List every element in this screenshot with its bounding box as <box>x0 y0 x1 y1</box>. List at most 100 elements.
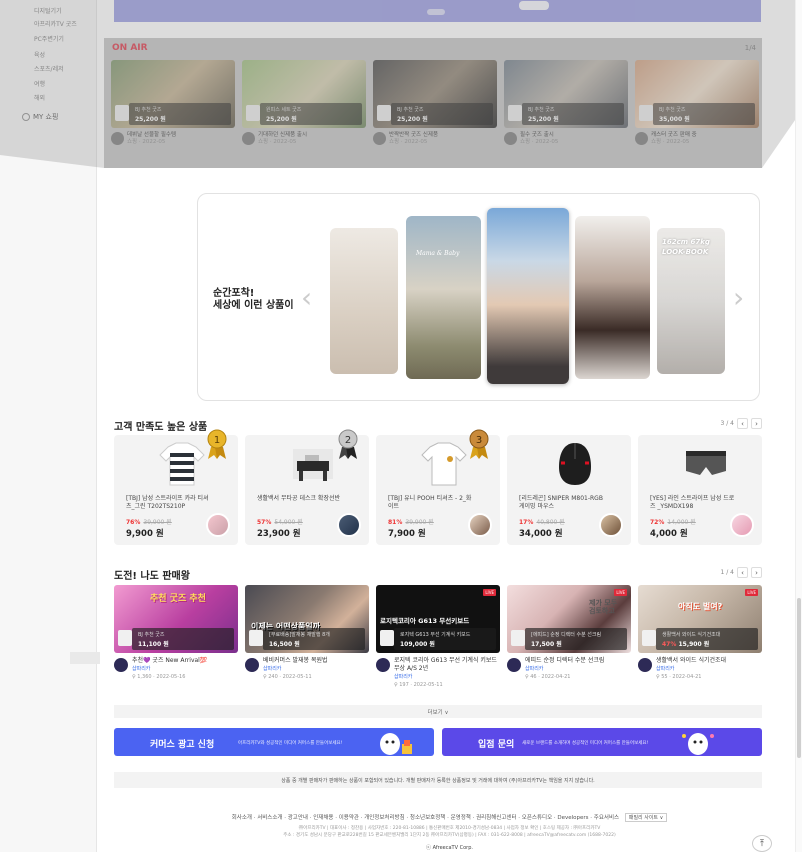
sidebar-my-shop[interactable]: MY 쇼핑 <box>22 112 58 122</box>
sidebar-item[interactable]: 스포츠/레저 <box>34 64 64 73</box>
product-image <box>118 630 132 646</box>
underwear-image <box>682 441 730 487</box>
footer-link-list[interactable]: 회사소개 · 서비스소개 · 광고안내 · 인재채용 · 이용약관 · 개인정보… <box>232 815 619 821</box>
live-card[interactable]: LIVE 아직도 벌여? 생활백서 와이드 식기건조대 47% 15,900 원 … <box>638 585 762 681</box>
live-title[interactable]: 생활백서 와이드 식기건조대 <box>656 657 762 665</box>
chevron-right-icon[interactable]: › <box>733 284 744 312</box>
product-card[interactable]: 1 [TBJ] 남성 스트라이프 카라 티셔츠_그린 T202TS210P 76… <box>114 429 238 545</box>
live-thumbnail[interactable]: LIVE 로지텍코리아 G613 무선키보드 로지텍 G613 무선 기계식 키… <box>376 585 500 653</box>
avatar[interactable] <box>376 658 390 672</box>
video-thumbnail[interactable]: Mama & Baby <box>406 216 481 379</box>
product-name[interactable]: [YES] 라인 스트라이프 남성 드로즈 _YSMDX198 <box>650 495 736 511</box>
host-name[interactable]: 샵파리카 <box>263 665 369 673</box>
product-image <box>380 630 394 646</box>
product-price: 9,900 원 <box>126 529 164 539</box>
ad-apply-banner[interactable]: 커머스 광고 신청 아프리카TV와 성공적인 미디어 커머스를 만들어보세요! <box>114 728 434 756</box>
live-title[interactable]: 로지텍 코리아 G613 무선 기계식 키보드 무상 A/S 2년 <box>394 657 500 673</box>
sidebar-item[interactable]: 육성 <box>34 50 45 59</box>
product-name[interactable]: [리드레곤] SNIPER M801-RGB 게이밍 마우스 <box>519 495 605 511</box>
seller-avatar[interactable] <box>337 513 361 537</box>
live-title[interactable]: 추천💜 굿즈 New Arrival💯 <box>132 657 238 665</box>
sidebar-item[interactable]: 해외 <box>34 93 45 102</box>
video-thumbnail[interactable] <box>330 228 398 374</box>
scrollbar[interactable] <box>795 0 802 852</box>
product-card[interactable]: 2 생활백서 무타공 데스크 확장선반 57% 54,900 원 23,900 원 <box>245 429 369 545</box>
live-thumbnail[interactable]: 이제는 어떤상품일까 [무료배송]발재봉 재발행 8개 16,500 원 <box>245 585 369 653</box>
host-name[interactable]: 샵파리카 <box>525 665 631 673</box>
product-overlay[interactable]: [무료배송]발재봉 재발행 8개 16,500 원 <box>249 628 365 650</box>
sidebar-item[interactable]: 디지털기기 <box>34 6 62 15</box>
product-overlay[interactable]: BJ 추천 굿즈 11,100 원 <box>118 628 234 650</box>
video-thumbnail[interactable]: 162cm 67kg LOOK-BOOK <box>657 228 725 374</box>
chevron-left-icon[interactable]: ‹ <box>737 418 748 429</box>
product-overlay[interactable]: [에띠드] 순정 디렉터 수분 선크림 17,500 원 <box>511 628 627 650</box>
live-card[interactable]: 추천 굿즈 추천 BJ 추천 굿즈 11,100 원 추천💜 굿즈 New Arr… <box>114 585 238 681</box>
chevron-right-icon[interactable]: › <box>751 567 762 578</box>
product-overlay[interactable]: 생활백서 와이드 식기건조대 47% 15,900 원 <box>642 628 758 650</box>
product-price: 109,000 원 <box>400 641 435 648</box>
video-thumbnail-active[interactable] <box>487 208 569 384</box>
discount-rate: 17% <box>519 519 534 526</box>
live-card[interactable]: LIVE 로지텍코리아 G613 무선키보드 로지텍 G613 무선 기계식 키… <box>376 585 500 689</box>
chevron-left-icon[interactable]: ‹ <box>737 567 748 578</box>
product-card[interactable]: [리드레곤] SNIPER M801-RGB 게이밍 마우스 17% 40,800… <box>507 435 631 545</box>
product-overlay[interactable]: 로지텍 G613 무선 기계식 키보드 109,000 원 <box>380 628 496 650</box>
live-meta: ♀ 197 · 2022-05-11 <box>394 682 443 688</box>
ad-apply-subtitle: 아프리카TV와 성공적인 미디어 커머스를 만들어보세요! <box>238 741 343 746</box>
seller-avatar[interactable] <box>206 513 230 537</box>
product-name: 로지텍 G613 무선 기계식 키보드 <box>400 632 471 638</box>
live-meta: ♀ 1,360 · 2022-05-16 <box>132 674 186 680</box>
video-thumbnail[interactable] <box>575 216 650 379</box>
product-price: 16,500 원 <box>269 641 300 648</box>
original-price: 39,900 원 <box>405 519 434 526</box>
product-name[interactable]: 생활백서 무타공 데스크 확장선반 <box>257 495 343 503</box>
live-thumbnail[interactable]: LIVE 아직도 벌여? 생활백서 와이드 식기건조대 47% 15,900 원 <box>638 585 762 653</box>
family-site-select[interactable]: 패밀리 사이트 ∨ <box>624 813 668 822</box>
ad-apply-title: 커머스 광고 신청 <box>150 740 215 750</box>
host-name[interactable]: 샵파리카 <box>132 665 238 673</box>
live-thumbnail[interactable]: 추천 굿즈 추천 BJ 추천 굿즈 11,100 원 <box>114 585 238 653</box>
chevron-right-icon[interactable]: › <box>751 418 762 429</box>
moment-title-line2: 세상에 이런 상품이 <box>213 300 294 311</box>
medal-rank: 3 <box>476 435 482 446</box>
live-card[interactable]: LIVE 제가 모두 검토하고 [에띠드] 순정 디렉터 수분 선크림 17,50… <box>507 585 631 681</box>
footer-info: ㈜아프리카TV | 대표이사 : 정찬용 | 사업자번호 : 220-81-10… <box>97 825 802 839</box>
product-card[interactable]: [YES] 라인 스트라이프 남성 드로즈 _YSMDX198 72% 14,00… <box>638 435 762 545</box>
product-card[interactable]: 3 [TBJ] 유니 POOH 티셔츠 - 2_화이트 81% 39,900 원 … <box>376 429 500 545</box>
desk-shelf-image <box>289 441 337 487</box>
store-inquiry-banner[interactable]: 입점 문의 새로운 브랜드를 소개하며 성공적인 미디어 커머스를 만들어보세요… <box>442 728 762 756</box>
product-name[interactable]: [TBJ] 남성 스트라이프 카라 티셔츠_그린 T202TS210P <box>126 495 212 511</box>
avatar[interactable] <box>638 658 652 672</box>
avatar[interactable] <box>114 658 128 672</box>
medal-rank: 1 <box>214 435 220 446</box>
seller-avatar[interactable] <box>730 513 754 537</box>
thumb-text: 아직도 벌여? <box>678 602 723 611</box>
live-thumbnail[interactable]: LIVE 제가 모두 검토하고 [에띠드] 순정 디렉터 수분 선크림 17,50… <box>507 585 631 653</box>
seller-avatar[interactable] <box>468 513 492 537</box>
sidebar-item[interactable]: 여행 <box>34 79 45 88</box>
challenge-pager: 1 / 4 ‹ › <box>721 567 762 578</box>
avatar[interactable] <box>507 658 521 672</box>
sidebar-scroll-marker <box>70 652 100 664</box>
live-title[interactable]: 에띠드 순정 디렉터 수분 선크림 <box>525 657 631 665</box>
sidebar-item[interactable]: 아프리카TV 굿즈 <box>34 19 77 28</box>
more-button[interactable]: 더보기 ∨ <box>114 705 762 718</box>
seller-avatar[interactable] <box>599 513 623 537</box>
scroll-to-top-button[interactable]: ⤒ <box>752 835 772 852</box>
product-name[interactable]: [TBJ] 유니 POOH 티셔츠 - 2_화이트 <box>388 495 474 511</box>
product-name: BJ 추천 굿즈 <box>138 632 165 638</box>
sidebar-item[interactable]: PC주변기기 <box>34 34 64 43</box>
avatar[interactable] <box>245 658 259 672</box>
pager-count: 3 / 4 <box>720 420 734 427</box>
host-name[interactable]: 샵파리카 <box>394 673 500 681</box>
moment-title: 순간포착! 세상에 이런 상품이 <box>213 288 294 312</box>
satisfaction-title: 고객 만족도 높은 상품 <box>114 422 208 433</box>
live-badge: LIVE <box>614 589 627 596</box>
live-meta: ♀ 46 · 2022-04-21 <box>525 674 571 680</box>
live-card[interactable]: 이제는 어떤상품일까 [무료배송]발재봉 재발행 8개 16,500 원 베비커머… <box>245 585 369 681</box>
chevron-left-icon[interactable]: ‹ <box>301 284 312 312</box>
host-name[interactable]: 샵파리카 <box>656 665 762 673</box>
scrollbar-thumb[interactable] <box>797 598 801 758</box>
live-title[interactable]: 베비커머스 발재봉 복원법 <box>263 657 369 665</box>
satisfaction-pager: 3 / 4 ‹ › <box>721 418 762 429</box>
